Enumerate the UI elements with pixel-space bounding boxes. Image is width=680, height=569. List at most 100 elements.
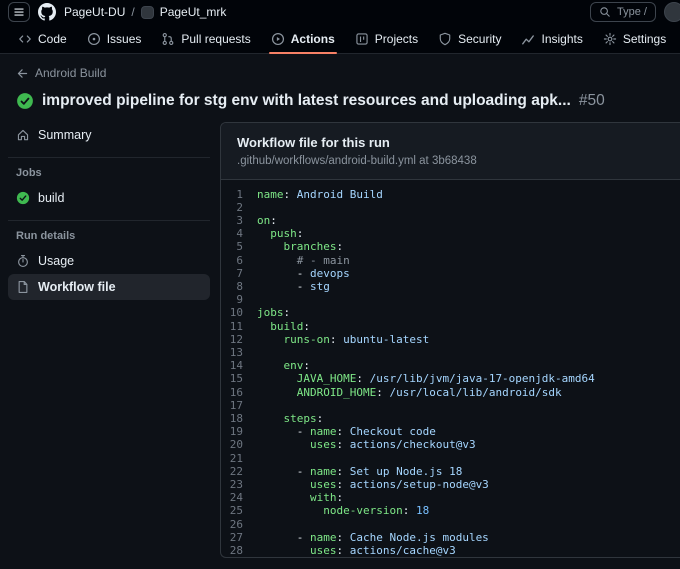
line-number[interactable]: 26	[221, 518, 257, 531]
line-number[interactable]: 21	[221, 452, 257, 465]
line-content: - stg	[257, 279, 330, 293]
run-number: #50	[578, 91, 605, 109]
line-number[interactable]: 10	[221, 306, 257, 319]
breadcrumb-repo[interactable]: PageUt_mrk	[160, 5, 227, 19]
code-line: 17	[221, 399, 680, 412]
line-content: - name: Checkout code	[257, 425, 436, 439]
line-content: with:	[309, 491, 344, 505]
search-input[interactable]: Type /	[590, 2, 656, 22]
sidebar-item-build[interactable]: build	[8, 185, 210, 211]
line-content: uses: actions/cache@v3	[309, 543, 456, 557]
line-number[interactable]: 4	[221, 227, 257, 240]
code-line: 24 with:	[221, 491, 680, 504]
card-header: Workflow file for this run .github/workf…	[221, 122, 680, 180]
code-line: 13	[221, 346, 680, 359]
line-content: runs-on: ubuntu-latest	[283, 332, 430, 346]
code-line: 6 # - main	[221, 254, 680, 267]
code-line: 14 env:	[221, 359, 680, 372]
line-number[interactable]: 19	[221, 425, 257, 438]
user-avatar[interactable]	[664, 2, 680, 22]
tab-settings[interactable]: Settings	[593, 24, 676, 53]
line-number[interactable]: 22	[221, 465, 257, 478]
sidebar-section-heading: Run details	[16, 229, 76, 242]
line-number[interactable]: 8	[221, 280, 257, 293]
line-number[interactable]: 1	[221, 188, 257, 201]
hamburger-menu-button[interactable]	[8, 2, 30, 22]
code-line: 19 - name: Checkout code	[221, 425, 680, 438]
line-number[interactable]: 7	[221, 267, 257, 280]
code-line: 8 - stg	[221, 280, 680, 293]
line-number[interactable]: 13	[221, 346, 257, 359]
line-content: steps:	[283, 411, 324, 425]
card-title: Workflow file for this run	[237, 134, 390, 150]
hamburger-icon	[13, 6, 25, 18]
table-icon	[355, 32, 369, 46]
search-icon	[599, 6, 611, 18]
line-content: - name: Set up Node.js 18	[257, 464, 463, 478]
success-check-icon	[16, 92, 34, 110]
sidebar-item-workflow-file[interactable]: Workflow file	[8, 273, 210, 300]
breadcrumb-org[interactable]: PageUt-DU	[64, 5, 125, 19]
line-number[interactable]: 17	[221, 399, 257, 412]
tab-code[interactable]: Code	[8, 24, 77, 53]
line-number[interactable]: 25	[221, 504, 257, 517]
run-title: improved pipeline for stg env with lates…	[42, 91, 571, 109]
line-number[interactable]: 2	[221, 201, 257, 214]
line-number[interactable]: 9	[221, 293, 257, 306]
tab-insights[interactable]: Insights	[511, 24, 592, 53]
run-header: Android Build improved pipeline for stg …	[0, 54, 680, 116]
line-number[interactable]: 24	[221, 491, 257, 504]
code-line: 1 name: Android Build	[221, 188, 680, 201]
breadcrumb-separator: /	[131, 5, 135, 19]
issue-opened-icon	[87, 32, 101, 46]
sidebar-item-label: Workflow file	[38, 279, 116, 294]
tab-label: Actions	[290, 31, 335, 46]
tab-label: Security	[458, 31, 502, 46]
sidebar-divider	[8, 219, 210, 221]
line-number[interactable]: 27	[221, 531, 257, 544]
code-line: 5 branches:	[221, 240, 680, 253]
line-number[interactable]: 20	[221, 438, 257, 451]
gear-icon	[603, 32, 617, 46]
code-line: 16 ANDROID_HOME: /usr/local/lib/android/…	[221, 386, 680, 399]
tab-actions[interactable]: Actions	[261, 24, 345, 54]
graph-icon	[521, 32, 535, 46]
sidebar-divider	[8, 156, 210, 158]
line-number[interactable]: 16	[221, 386, 257, 399]
line-content: name: Android Build	[257, 187, 383, 201]
line-number[interactable]: 23	[221, 478, 257, 491]
line-number[interactable]: 18	[221, 412, 257, 425]
breadcrumb: PageUt-DU / PageUt_mrk	[64, 5, 226, 19]
line-content: env:	[283, 359, 311, 373]
sidebar-item-summary[interactable]: Summary	[8, 122, 210, 148]
line-number[interactable]: 11	[221, 320, 257, 333]
line-number[interactable]: 6	[221, 254, 257, 267]
line-content: node-version: 18	[323, 504, 430, 518]
code-line: 3 on:	[221, 214, 680, 227]
code-line: 12 runs-on: ubuntu-latest	[221, 333, 680, 346]
code-line: 9	[221, 293, 680, 306]
card-subtitle: .github/workflows/android-build.yml at 3…	[237, 154, 477, 167]
github-logo-icon[interactable]	[38, 3, 56, 21]
code-line: 15 JAVA_HOME: /usr/lib/jvm/java-17-openj…	[221, 372, 680, 385]
sidebar-item-label: Summary	[38, 127, 92, 142]
line-content: uses: actions/setup-node@v3	[309, 477, 489, 491]
tab-security[interactable]: Security	[428, 24, 511, 53]
repo-avatar	[140, 5, 154, 19]
back-link[interactable]: Android Build	[16, 66, 106, 80]
line-number[interactable]: 5	[221, 240, 257, 253]
line-number[interactable]: 28	[221, 544, 257, 557]
line-number[interactable]: 12	[221, 333, 257, 346]
line-number[interactable]: 15	[221, 372, 257, 385]
line-number[interactable]: 3	[221, 214, 257, 227]
stopwatch-icon	[16, 254, 30, 268]
tab-projects[interactable]: Projects	[345, 24, 428, 53]
arrow-left-icon	[16, 67, 29, 80]
play-circle-icon	[271, 32, 285, 46]
tab-pull-requests[interactable]: Pull requests	[151, 24, 260, 53]
tab-issues[interactable]: Issues	[77, 24, 152, 53]
line-number[interactable]: 14	[221, 359, 257, 372]
sidebar-item-usage[interactable]: Usage	[8, 248, 210, 274]
check-circle-icon	[16, 191, 30, 205]
code-viewer[interactable]: 1 name: Android Build 2 3 on: 4 push: 5 branch…	[221, 180, 680, 558]
